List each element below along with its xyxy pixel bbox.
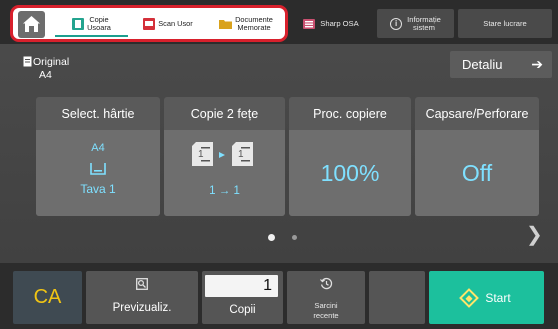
start-label: Start xyxy=(485,290,511,305)
stored-documents-icon xyxy=(219,20,233,29)
tile-title: Select. hârtie xyxy=(61,106,135,121)
paper-tray-value: Tava 1 xyxy=(80,182,116,196)
sharp-osa-button[interactable]: Sharp OSA xyxy=(292,9,370,38)
home-icon xyxy=(23,16,40,32)
tile-title: Copie 2 fețe xyxy=(190,106,259,121)
tile-body: 100% xyxy=(289,130,411,216)
page-indicator-dot-active xyxy=(268,234,275,241)
clear-all-button[interactable]: CA xyxy=(13,271,82,324)
one-sided-to-one-sided-icon: 1 1 xyxy=(192,142,253,166)
job-status-label: Stare lucrare xyxy=(483,18,527,28)
tile-body: A4 Tava 1 xyxy=(36,130,160,216)
recent-jobs-button[interactable]: Sarcini recente xyxy=(287,271,365,324)
start-button[interactable]: Start xyxy=(429,271,544,324)
sharp-osa-label: Sharp OSA xyxy=(320,18,359,28)
paper-size-value: A4 xyxy=(91,142,105,154)
original-label: Original xyxy=(33,56,70,68)
page-indicator-dot[interactable] xyxy=(292,235,297,240)
recent-jobs-label: Sarcini xyxy=(314,301,338,310)
tile-title: Proc. copiere xyxy=(313,106,387,121)
arrow-right-icon: ➔ xyxy=(531,56,543,72)
detail-button[interactable]: Detaliu ➔ xyxy=(450,51,552,78)
system-info-button[interactable]: i Informație sistem xyxy=(377,9,454,38)
duplex-copy-tile[interactable]: Copie 2 fețe 1 1 1 → 1 xyxy=(164,97,285,216)
recent-jobs-label: recente xyxy=(313,311,339,320)
svg-text:1: 1 xyxy=(238,149,244,160)
copies-input[interactable]: 1 xyxy=(205,275,278,297)
shortcut-label: Scan Usor xyxy=(158,19,193,28)
empty-key xyxy=(369,271,425,324)
chevron-right-icon[interactable]: ❯ xyxy=(526,222,543,247)
paper-tray-icon xyxy=(90,163,106,175)
preview-label: Previzualiz. xyxy=(112,302,172,314)
tile-body: Off xyxy=(415,130,539,216)
active-shortcut-indicator xyxy=(55,35,128,37)
original-document-icon xyxy=(23,56,32,67)
duplex-mode-value: 1 → 1 xyxy=(209,185,240,197)
original-size: A4 xyxy=(39,69,52,81)
sharp-osa-icon xyxy=(303,18,316,29)
easy-copy-icon xyxy=(72,18,85,30)
svg-text:1: 1 xyxy=(198,149,204,160)
staple-punch-value: Off xyxy=(461,160,493,186)
home-button[interactable] xyxy=(18,11,45,38)
copies-label: Copii xyxy=(229,304,256,316)
shortcut-label: Memorate xyxy=(237,23,271,32)
shortcut-label: Usoara xyxy=(87,23,111,32)
start-icon xyxy=(459,287,480,308)
job-status-button[interactable]: Stare lucrare xyxy=(458,9,552,38)
paper-select-tile[interactable]: Select. hârtie A4 Tava 1 xyxy=(36,97,160,216)
staple-punch-tile[interactable]: Capsare/Perforare Off xyxy=(415,97,539,216)
tile-body: 1 1 1 → 1 xyxy=(164,130,285,216)
copy-ratio-tile[interactable]: Proc. copiere 100% xyxy=(289,97,411,216)
tile-title: Capsare/Perforare xyxy=(425,106,529,121)
system-info-label: sistem xyxy=(413,22,435,32)
preview-button[interactable]: Previzualiz. xyxy=(86,271,198,324)
shortcut-easy-scan[interactable]: Scan Usor xyxy=(132,10,204,38)
clear-all-label: CA xyxy=(33,286,62,308)
shortcut-stored-documents[interactable]: Documente Memorate xyxy=(208,10,284,38)
copy-screen: Copie Usoara Scan Usor Documente Memorat… xyxy=(0,0,558,329)
shortcut-easy-copy[interactable]: Copie Usoara xyxy=(55,10,128,38)
history-icon xyxy=(320,277,333,290)
preview-icon xyxy=(136,278,148,290)
easy-scan-icon xyxy=(143,18,156,30)
detail-label: Detaliu xyxy=(462,57,503,72)
copy-ratio-value: 100% xyxy=(320,160,380,186)
info-icon: i xyxy=(390,17,403,30)
